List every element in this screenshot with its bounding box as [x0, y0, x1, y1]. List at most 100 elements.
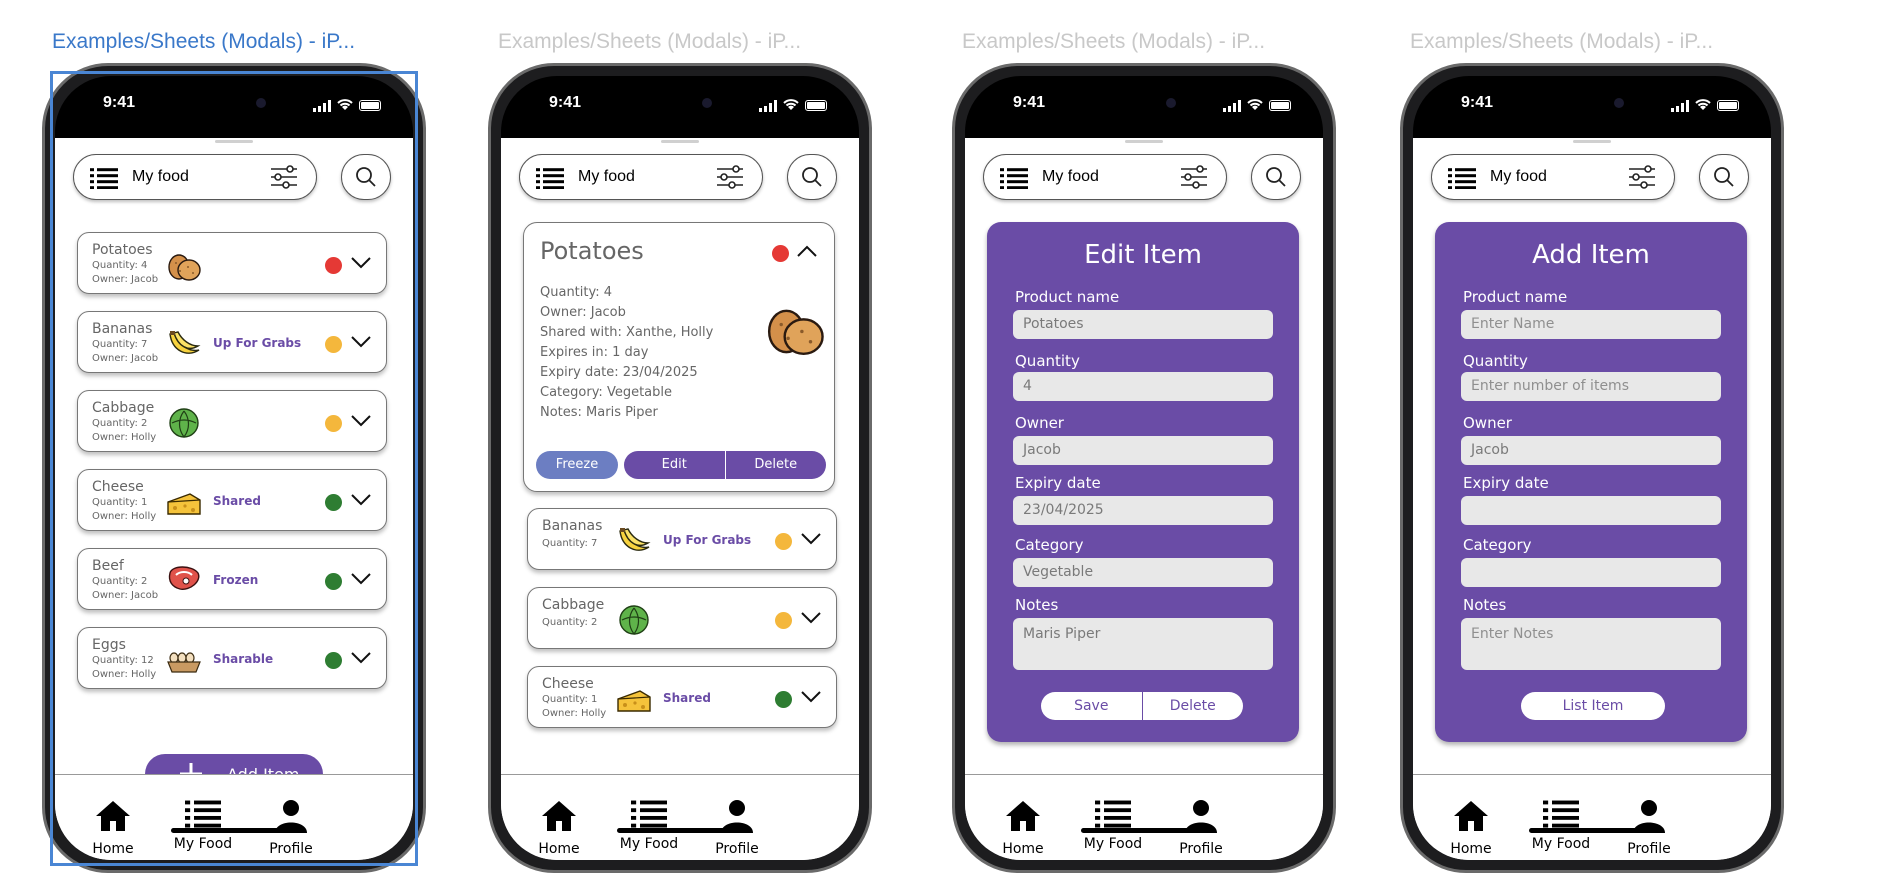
expand-button[interactable] — [800, 531, 822, 550]
food-item-name: Eggs — [92, 637, 126, 653]
food-item-card[interactable]: Cheese Quantity: 1 Owner: Holly Shared — [77, 469, 387, 531]
food-item-name: Cabbage — [542, 597, 605, 613]
sliders-icon — [1180, 165, 1208, 193]
food-item-card[interactable]: Eggs Quantity: 12 Owner: Holly Sharable — [77, 627, 387, 689]
expand-button[interactable] — [350, 571, 372, 590]
filter-button[interactable] — [716, 165, 744, 193]
cabbage-icon — [166, 405, 202, 445]
my-food-selector[interactable]: My food — [1431, 154, 1675, 200]
tab-my-food[interactable]: My Food — [1511, 799, 1611, 852]
edit-button[interactable]: Edit — [624, 451, 725, 479]
food-item-quantity: Quantity: 4 — [92, 260, 148, 271]
sheet-grabber[interactable] — [215, 140, 253, 143]
expand-button[interactable] — [350, 255, 372, 274]
filter-button[interactable] — [1628, 165, 1656, 193]
frame-expanded[interactable]: Examples/Sheets (Modals) - iP... 9:41 My… — [488, 30, 888, 873]
filter-button[interactable] — [1180, 165, 1208, 193]
expand-button[interactable] — [350, 650, 372, 669]
food-item-card[interactable]: Bananas Quantity: 7 Owner: Jacob Up For … — [77, 311, 387, 373]
delete-button[interactable]: Delete — [724, 451, 827, 479]
tab-my-food[interactable]: My Food — [153, 799, 253, 852]
filter-button[interactable] — [270, 165, 298, 193]
food-item-card[interactable]: Bananas Quantity: 7 Up For Grabs — [527, 508, 837, 570]
notes-input[interactable]: Enter Notes — [1461, 618, 1721, 670]
sheet-grabber[interactable] — [1125, 140, 1163, 143]
battery-icon — [1269, 100, 1291, 111]
owner-input[interactable]: Jacob — [1461, 436, 1721, 465]
tab-home[interactable]: Home — [973, 799, 1073, 857]
food-item-quantity: Quantity: 2 — [542, 617, 598, 628]
tab-label: Profile — [269, 841, 313, 857]
food-item-card[interactable]: Potatoes Quantity: 4 Owner: Jacob — [77, 232, 387, 294]
food-item-card[interactable]: Beef Quantity: 2 Owner: Jacob Frozen — [77, 548, 387, 610]
frame-title: Examples/Sheets (Modals) - iP... — [962, 30, 1266, 53]
food-item-card[interactable]: Cheese Quantity: 1 Owner: Holly Shared — [527, 666, 837, 728]
tab-my-food[interactable]: My Food — [1063, 799, 1163, 852]
list-icon — [90, 167, 118, 193]
my-food-selector[interactable]: My food — [983, 154, 1227, 200]
field-label: Owner — [1015, 414, 1064, 432]
expanded-item-card[interactable]: Potatoes Quantity: 4 Owner: Jacob Shared w… — [523, 222, 835, 492]
category-input[interactable] — [1461, 558, 1721, 587]
quantity-input[interactable]: 4 — [1013, 372, 1273, 401]
collapse-button[interactable] — [796, 243, 818, 262]
field-label: Notes — [1463, 596, 1507, 614]
topbar-title: My food — [1490, 168, 1547, 185]
search-button[interactable] — [341, 154, 391, 200]
tab-label: Profile — [715, 841, 759, 857]
dynamic-island — [1542, 88, 1642, 118]
tab-home[interactable]: Home — [63, 799, 163, 857]
home-indicator — [617, 828, 745, 833]
expand-button[interactable] — [350, 492, 372, 511]
status-dot — [325, 415, 342, 432]
product-name-input[interactable]: Enter Name — [1461, 310, 1721, 339]
cellular-signal-icon — [1671, 99, 1689, 112]
chevron-down-icon — [350, 413, 372, 432]
category-input[interactable]: Vegetable — [1013, 558, 1273, 587]
notes-input[interactable]: Maris Piper — [1013, 618, 1273, 670]
tab-my-food[interactable]: My Food — [599, 799, 699, 852]
frame-edit[interactable]: Examples/Sheets (Modals) - iP... 9:41 My… — [952, 30, 1352, 873]
expand-button[interactable] — [800, 610, 822, 629]
quantity-input[interactable]: Enter number of items — [1461, 372, 1721, 401]
save-button[interactable]: Save — [1041, 692, 1142, 720]
modal-button-group: Save Delete — [1041, 692, 1243, 720]
frame-add[interactable]: Examples/Sheets (Modals) - iP... 9:41 My… — [1400, 30, 1800, 873]
sheet-grabber[interactable] — [661, 140, 699, 143]
frame-title: Examples/Sheets (Modals) - iP... — [1410, 30, 1714, 53]
search-button[interactable] — [1699, 154, 1749, 200]
status-time: 9:41 — [1461, 94, 1494, 111]
banana-icon — [616, 523, 652, 563]
frame-list[interactable]: Examples/Sheets (Modals) - iP... 9:41 My… — [42, 30, 442, 873]
frame-title: Examples/Sheets (Modals) - iP... — [52, 30, 356, 53]
food-item-owner: Owner: Holly — [92, 432, 157, 443]
steak-icon — [166, 563, 202, 597]
owner-input[interactable]: Jacob — [1013, 436, 1273, 465]
search-button[interactable] — [787, 154, 837, 200]
food-item-card[interactable]: Cabbage Quantity: 2 — [527, 587, 837, 649]
food-item-card[interactable]: Cabbage Quantity: 2 Owner: Holly — [77, 390, 387, 452]
iphone-frame: 9:41 My food Potatoes Quantity: 4 Owner:… — [42, 63, 426, 873]
wifi-icon — [1247, 96, 1263, 115]
food-item-badge: Shared — [663, 691, 711, 705]
my-food-selector[interactable]: My food — [73, 154, 317, 200]
expiry-date-input[interactable] — [1461, 496, 1721, 525]
tab-home[interactable]: Home — [509, 799, 609, 857]
freeze-button[interactable]: Freeze — [536, 451, 618, 479]
dynamic-island — [184, 88, 284, 118]
delete-button[interactable]: Delete — [1141, 692, 1244, 720]
my-food-selector[interactable]: My food — [519, 154, 763, 200]
expand-button[interactable] — [350, 334, 372, 353]
tab-home[interactable]: Home — [1421, 799, 1521, 857]
sheet-grabber[interactable] — [1573, 140, 1611, 143]
dynamic-island — [630, 88, 730, 118]
cellular-signal-icon — [759, 99, 777, 112]
status-dot — [325, 652, 342, 669]
product-name-input[interactable]: Potatoes — [1013, 310, 1273, 339]
expand-button[interactable] — [350, 413, 372, 432]
expand-button[interactable] — [800, 689, 822, 708]
expiry-date-input[interactable]: 23/04/2025 — [1013, 496, 1273, 525]
cellular-signal-icon — [313, 99, 331, 112]
list-item-button[interactable]: List Item — [1521, 692, 1665, 720]
search-button[interactable] — [1251, 154, 1301, 200]
